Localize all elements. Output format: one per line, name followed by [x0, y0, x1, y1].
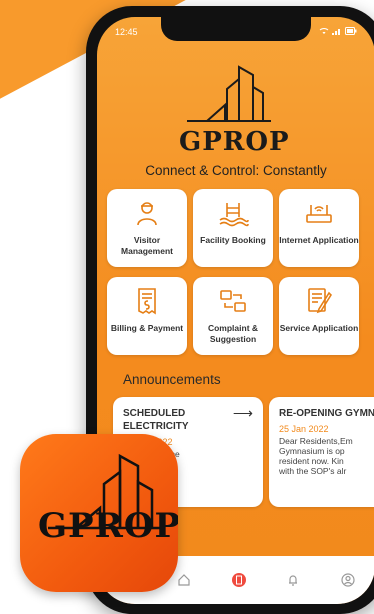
tile-label: Visitor Management — [121, 235, 173, 256]
tile-label: Facility Booking — [200, 235, 266, 245]
app-logo: GPROP — [97, 61, 374, 157]
tile-complaint-suggestion[interactable]: Complaint & Suggestion — [193, 277, 273, 355]
tile-label: Service Application — [279, 323, 359, 333]
signal-icon — [332, 27, 342, 37]
status-time: 12:45 — [115, 27, 138, 37]
complaint-icon — [220, 290, 246, 312]
bill-tab-icon[interactable] — [229, 570, 249, 590]
tile-label: Complaint & Suggestion — [207, 323, 259, 344]
tile-visitor-management[interactable]: Visitor Management — [107, 189, 187, 267]
tile-internet-application[interactable]: Internet Application — [279, 189, 359, 267]
visitor-icon — [137, 202, 157, 226]
tile-facility-booking[interactable]: Facility Booking — [193, 189, 273, 267]
tile-service-application[interactable]: Service Application — [279, 277, 359, 355]
service-icon — [308, 288, 333, 314]
logo-text: GPROP — [179, 127, 290, 157]
app-icon-logo-text: GPROP — [38, 506, 178, 546]
announcement-date: 25 Jan 2022 — [279, 424, 329, 434]
announcement-card[interactable]: RE-OPENING GYMNASIUM 25 Jan 2022 Dear Re… — [269, 397, 374, 507]
tile-label: Internet Application — [279, 235, 359, 245]
announcement-body: Dear Residents,Em Gymnasium is op reside… — [279, 436, 353, 476]
app-icon: GPROP — [20, 434, 178, 592]
status-icons — [319, 27, 357, 37]
pool-icon — [219, 203, 249, 227]
battery-icon — [345, 27, 357, 37]
bill-icon — [138, 288, 156, 315]
tagline: Connect & Control: Constantly — [145, 163, 327, 178]
announcements-title: Announcements — [123, 372, 221, 387]
arrow-right-icon[interactable]: ⟶ — [233, 405, 253, 422]
bell-icon[interactable] — [283, 570, 303, 590]
tile-billing-payment[interactable]: Billing & Payment — [107, 277, 187, 355]
announcement-title: RE-OPENING GYMNASIUM — [279, 408, 374, 419]
profile-icon[interactable] — [338, 570, 358, 590]
wifi-icon — [319, 27, 329, 37]
phone-notch — [161, 17, 311, 41]
router-icon — [306, 205, 332, 223]
home-icon[interactable] — [174, 570, 194, 590]
tile-label: Billing & Payment — [110, 323, 184, 333]
